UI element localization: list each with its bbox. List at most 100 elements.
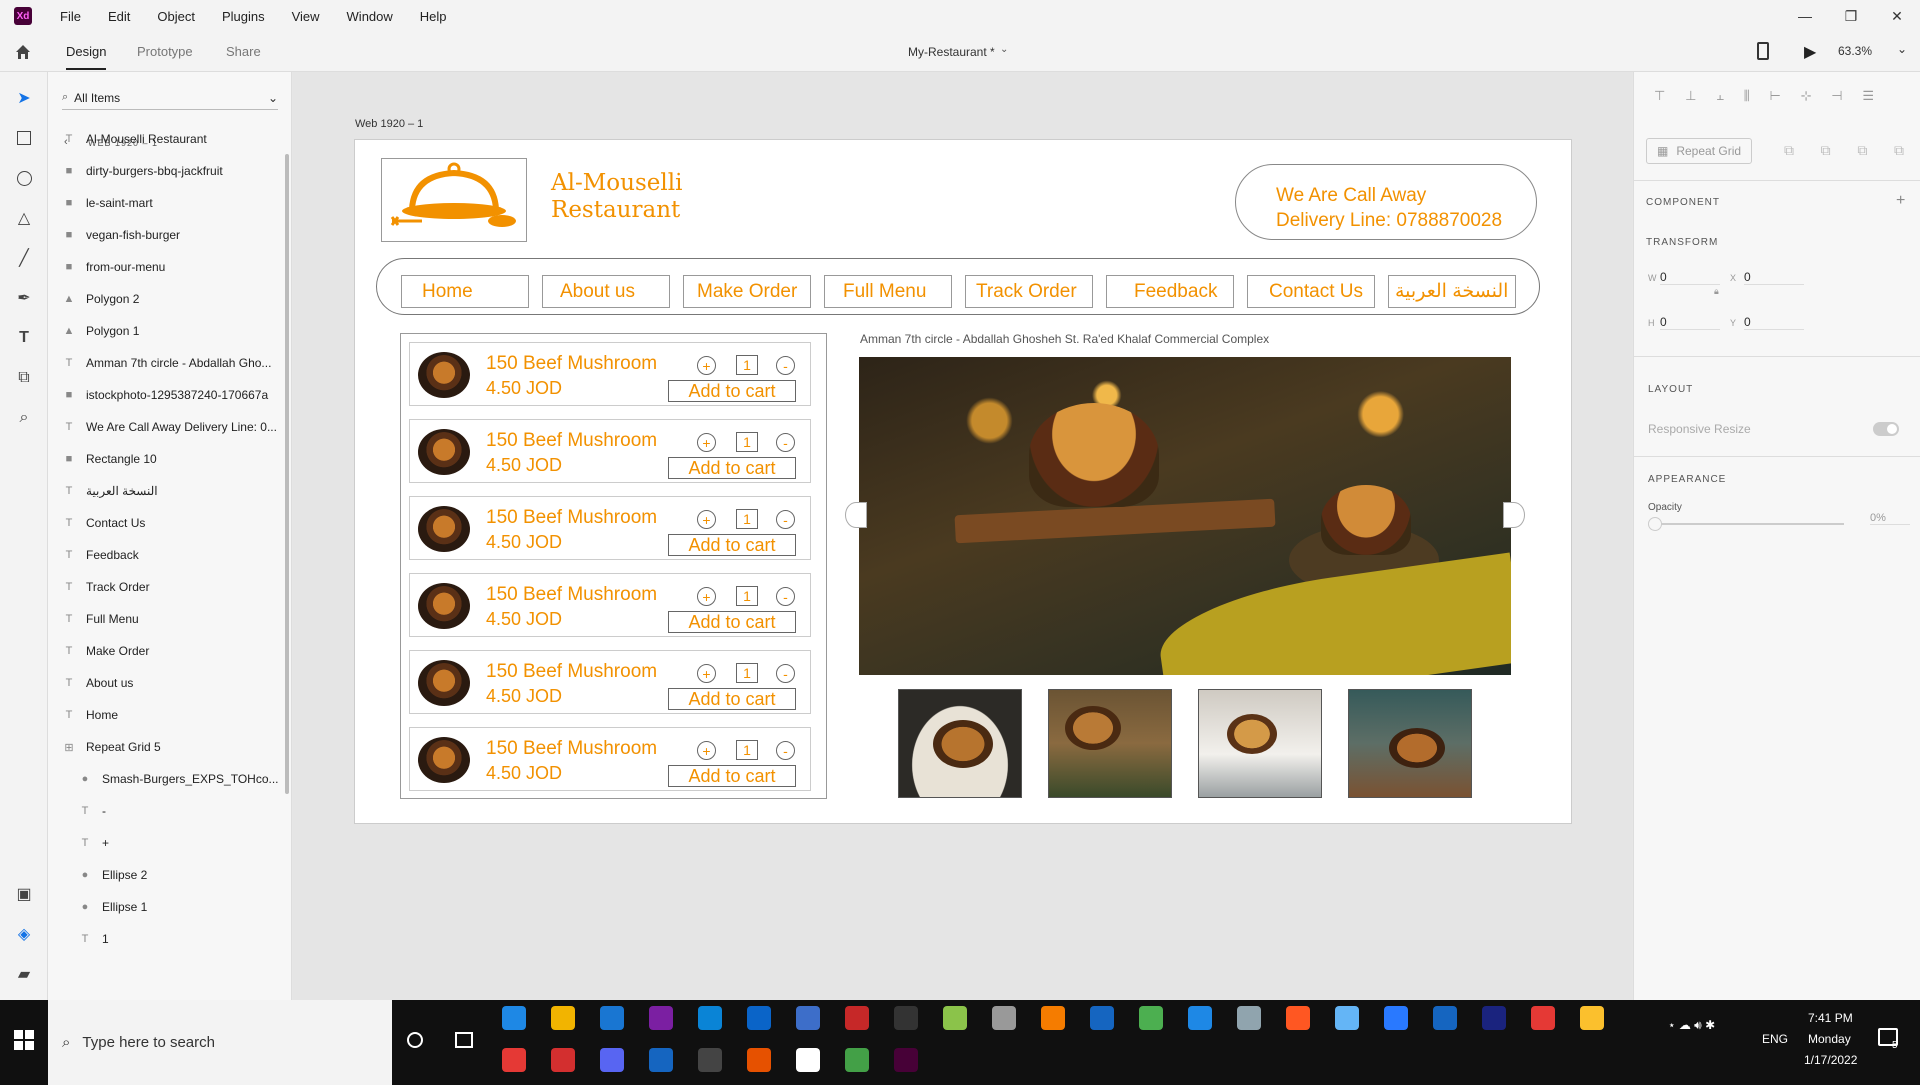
layer-item[interactable]: T1 bbox=[78, 932, 298, 946]
intersect-icon[interactable]: ⧉ bbox=[1857, 142, 1867, 159]
decrement-button[interactable]: - bbox=[776, 587, 795, 606]
scrollbar[interactable] bbox=[285, 154, 289, 794]
quantity-field[interactable]: 1 bbox=[736, 663, 758, 683]
cortana-icon[interactable] bbox=[407, 1032, 423, 1048]
tab-design[interactable]: Design bbox=[66, 44, 107, 70]
chevron-down-icon[interactable]: ⌄ bbox=[1000, 44, 1008, 55]
ubuntu-icon[interactable] bbox=[747, 1048, 771, 1072]
opacity-value[interactable]: 0% bbox=[1870, 512, 1910, 525]
add-to-cart-button[interactable]: Add to cart bbox=[668, 765, 796, 787]
increment-button[interactable]: + bbox=[697, 587, 716, 606]
layer-item[interactable]: ▲ Polygon 1 bbox=[62, 324, 282, 338]
opera-icon[interactable] bbox=[551, 1048, 575, 1072]
layer-item[interactable]: T Track Order bbox=[62, 580, 282, 594]
decrement-button[interactable]: - bbox=[776, 510, 795, 529]
thumb-le-saint-mart[interactable] bbox=[1048, 689, 1172, 798]
zoom-level[interactable]: 63.3% bbox=[1838, 44, 1872, 58]
menu-help[interactable]: Help bbox=[420, 9, 447, 24]
layer-item[interactable]: T Feedback bbox=[62, 548, 282, 562]
terminal-icon[interactable] bbox=[894, 1006, 918, 1030]
taskbar-search[interactable]: ⌕ Type here to search bbox=[48, 1000, 392, 1085]
app-icon[interactable] bbox=[1580, 1006, 1604, 1030]
artboard[interactable]: Al-Mouselli Restaurant We Are Call Away … bbox=[354, 139, 1572, 824]
menu-plugins[interactable]: Plugins bbox=[222, 9, 265, 24]
powershell-icon[interactable] bbox=[649, 1048, 673, 1072]
task-view-icon[interactable] bbox=[455, 1032, 473, 1048]
nav-feedback[interactable]: Feedback bbox=[1106, 275, 1234, 308]
layer-item[interactable]: T We Are Call Away Delivery Line: 0... bbox=[62, 420, 282, 434]
quantity-field[interactable]: 1 bbox=[736, 740, 758, 760]
opacity-slider-thumb[interactable] bbox=[1648, 517, 1662, 531]
nav-home[interactable]: Home bbox=[401, 275, 529, 308]
language-indicator[interactable]: ENG bbox=[1762, 1032, 1788, 1046]
width-input[interactable]: 0 bbox=[1660, 270, 1720, 285]
height-input[interactable]: 0 bbox=[1660, 315, 1720, 330]
git-icon[interactable] bbox=[943, 1006, 967, 1030]
layer-item[interactable]: T Contact Us bbox=[62, 516, 282, 530]
exclude-icon[interactable]: ⧉ bbox=[1894, 142, 1904, 159]
layer-item[interactable]: ■ le-saint-mart bbox=[62, 196, 282, 210]
anydesk-icon[interactable] bbox=[502, 1048, 526, 1072]
layer-item[interactable]: ● Ellipse 1 bbox=[78, 900, 298, 914]
nav-about-us[interactable]: About us bbox=[542, 275, 670, 308]
outlook-icon[interactable] bbox=[1433, 1006, 1457, 1030]
ellipse-tool-icon[interactable] bbox=[12, 166, 36, 190]
restore-icon[interactable]: ❐ bbox=[1828, 0, 1874, 32]
layer-item[interactable]: T + bbox=[78, 836, 298, 850]
layer-item[interactable]: T Home bbox=[62, 708, 282, 722]
menu-file[interactable]: File bbox=[60, 9, 81, 24]
edge-icon[interactable] bbox=[502, 1006, 526, 1030]
menu-object[interactable]: Object bbox=[157, 9, 195, 24]
select-tool-icon[interactable]: ➤ bbox=[12, 86, 36, 110]
layer-item[interactable]: T Full Menu bbox=[62, 612, 282, 626]
add-to-cart-button[interactable]: Add to cart bbox=[668, 457, 796, 479]
quantity-field[interactable]: 1 bbox=[736, 432, 758, 452]
quantity-field[interactable]: 1 bbox=[736, 586, 758, 606]
align-bottom-icon[interactable]: ⫠ bbox=[1716, 88, 1724, 108]
lock-icon[interactable]: 🔒︎ bbox=[1714, 286, 1719, 297]
layers-icon[interactable]: ◈ bbox=[12, 922, 36, 946]
text-tool-icon[interactable]: T bbox=[12, 326, 36, 350]
layer-item[interactable]: ■ from-our-menu bbox=[62, 260, 282, 274]
close-icon[interactable]: ✕ bbox=[1874, 0, 1920, 32]
layer-item[interactable]: ● Smash-Burgers_EXPS_TOHco... bbox=[78, 772, 298, 786]
filezilla-icon[interactable] bbox=[845, 1006, 869, 1030]
y-input[interactable]: 0 bbox=[1744, 315, 1804, 330]
plugins-icon[interactable]: ▰ bbox=[12, 962, 36, 986]
artboard-tool-icon[interactable]: ⧉ bbox=[12, 366, 36, 390]
carousel-prev-icon[interactable] bbox=[845, 502, 867, 528]
layer-item[interactable]: ● Ellipse 2 bbox=[78, 868, 298, 882]
vscode-icon[interactable] bbox=[698, 1006, 722, 1030]
x-input[interactable]: 0 bbox=[1744, 270, 1804, 285]
increment-button[interactable]: + bbox=[697, 433, 716, 452]
layer-item[interactable]: ▲ Polygon 2 bbox=[62, 292, 282, 306]
hero-burger-image[interactable] bbox=[859, 357, 1511, 675]
menu-window[interactable]: Window bbox=[347, 9, 393, 24]
layer-item[interactable]: T Al-Mouselli Restaurant bbox=[62, 132, 282, 146]
phone-link-icon[interactable] bbox=[1090, 1006, 1114, 1030]
clock-date[interactable]: 1/17/2022 bbox=[1804, 1053, 1857, 1067]
responsive-toggle[interactable] bbox=[1873, 422, 1899, 436]
add-to-cart-button[interactable]: Add to cart bbox=[668, 611, 796, 633]
app-icon[interactable] bbox=[1482, 1006, 1506, 1030]
rectangle-tool-icon[interactable] bbox=[12, 126, 36, 150]
increment-button[interactable]: + bbox=[697, 664, 716, 683]
thumb-from-our-menu[interactable] bbox=[1348, 689, 1472, 798]
nav-arabic[interactable]: النسخة العربية bbox=[1388, 275, 1516, 308]
tab-share[interactable]: Share bbox=[226, 44, 261, 59]
align-tools[interactable]: ⊤ ⊥ ⫠ ⫼ ⊢ ⊹ ⊣ ☰ bbox=[1654, 88, 1874, 108]
layer-item[interactable]: ■ dirty-burgers-bbq-jackfruit bbox=[62, 164, 282, 178]
mail-icon[interactable] bbox=[600, 1006, 624, 1030]
layer-item[interactable]: ■ vegan-fish-burger bbox=[62, 228, 282, 242]
distribute-icon[interactable]: ⫼ bbox=[1744, 88, 1750, 108]
artboard-label[interactable]: Web 1920 – 1 bbox=[355, 118, 423, 130]
layer-item[interactable]: ■ Rectangle 10 bbox=[62, 452, 282, 466]
align-center-icon[interactable]: ⊹ bbox=[1801, 88, 1812, 108]
clock-day[interactable]: Monday bbox=[1808, 1032, 1851, 1046]
decrement-button[interactable]: - bbox=[776, 664, 795, 683]
line-tool-icon[interactable]: ╱ bbox=[12, 246, 36, 270]
visual-studio-icon[interactable] bbox=[649, 1006, 673, 1030]
pen-tool-icon[interactable]: ✒ bbox=[12, 286, 36, 310]
zoom-tool-icon[interactable]: ⌕ bbox=[12, 406, 36, 430]
subtract-icon[interactable]: ⧉ bbox=[1821, 142, 1831, 159]
